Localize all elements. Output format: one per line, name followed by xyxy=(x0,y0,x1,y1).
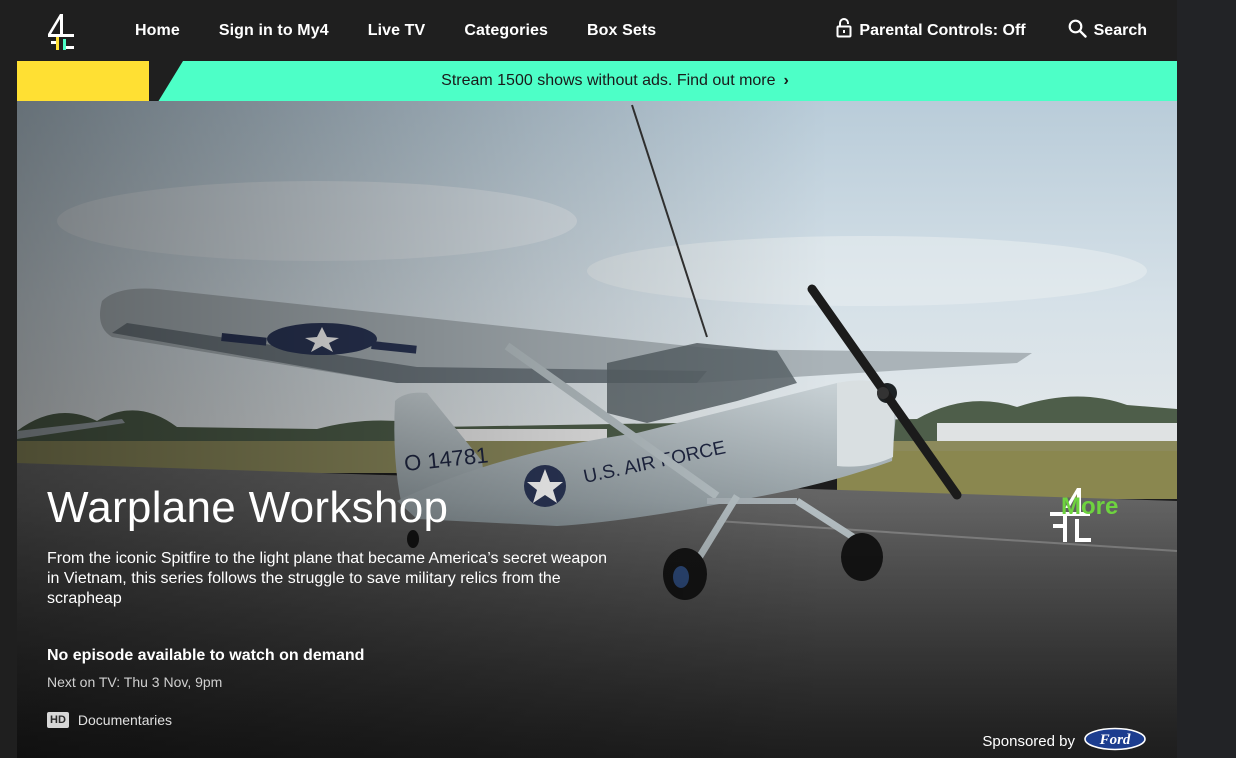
hero-bottom-fade xyxy=(17,501,1177,758)
left-gutter xyxy=(0,0,17,758)
nav-sign-in[interactable]: Sign in to My4 xyxy=(219,22,329,40)
genre-link[interactable]: Documentaries xyxy=(78,712,172,728)
promo-text: Stream 1500 shows without ads. Find out … xyxy=(441,72,776,89)
primary-nav: Home Sign in to My4 Live TV Categories B… xyxy=(135,0,695,61)
sponsorship: Sponsored by Ford xyxy=(982,727,1147,755)
nav-utilities: Parental Controls: Off Search xyxy=(836,0,1147,61)
parental-controls-button[interactable]: Parental Controls: Off xyxy=(836,18,1026,43)
right-gutter xyxy=(1177,0,1236,758)
page: Home Sign in to My4 Live TV Categories B… xyxy=(17,0,1177,758)
hd-badge: HD xyxy=(47,712,69,728)
next-on-tv: Next on TV: Thu 3 Nov, 9pm xyxy=(47,674,223,690)
search-icon xyxy=(1068,19,1087,43)
channel4-logo-icon[interactable] xyxy=(45,12,77,52)
nav-live-tv[interactable]: Live TV xyxy=(368,22,426,40)
ford-logo-text: Ford xyxy=(1099,732,1131,748)
availability-status: No episode available to watch on demand xyxy=(47,647,365,664)
show-hero: O 14781 U.S. AIR FORCE xyxy=(17,101,1177,758)
sponsor-label: Sponsored by xyxy=(982,732,1075,750)
show-meta: HD Documentaries xyxy=(47,712,172,728)
parental-controls-label: Parental Controls: Off xyxy=(859,21,1026,39)
more4-logo-icon: More xyxy=(1047,484,1137,548)
search-label: Search xyxy=(1093,21,1147,39)
more4-logo-text: More xyxy=(1061,493,1118,520)
show-title: Warplane Workshop xyxy=(47,483,449,532)
lock-icon xyxy=(836,18,852,43)
top-navigation: Home Sign in to My4 Live TV Categories B… xyxy=(17,0,1177,61)
nav-categories[interactable]: Categories xyxy=(464,22,548,40)
promo-link[interactable]: Stream 1500 shows without ads. Find out … xyxy=(17,61,1177,101)
nav-home[interactable]: Home xyxy=(135,22,180,40)
promo-banner[interactable]: Stream 1500 shows without ads. Find out … xyxy=(17,61,1177,101)
search-button[interactable]: Search xyxy=(1068,19,1147,43)
nav-box-sets[interactable]: Box Sets xyxy=(587,22,656,40)
ford-logo-icon: Ford xyxy=(1083,727,1147,755)
show-description: From the iconic Spitfire to the light pl… xyxy=(47,550,607,607)
chevron-right-icon: › xyxy=(783,72,789,89)
